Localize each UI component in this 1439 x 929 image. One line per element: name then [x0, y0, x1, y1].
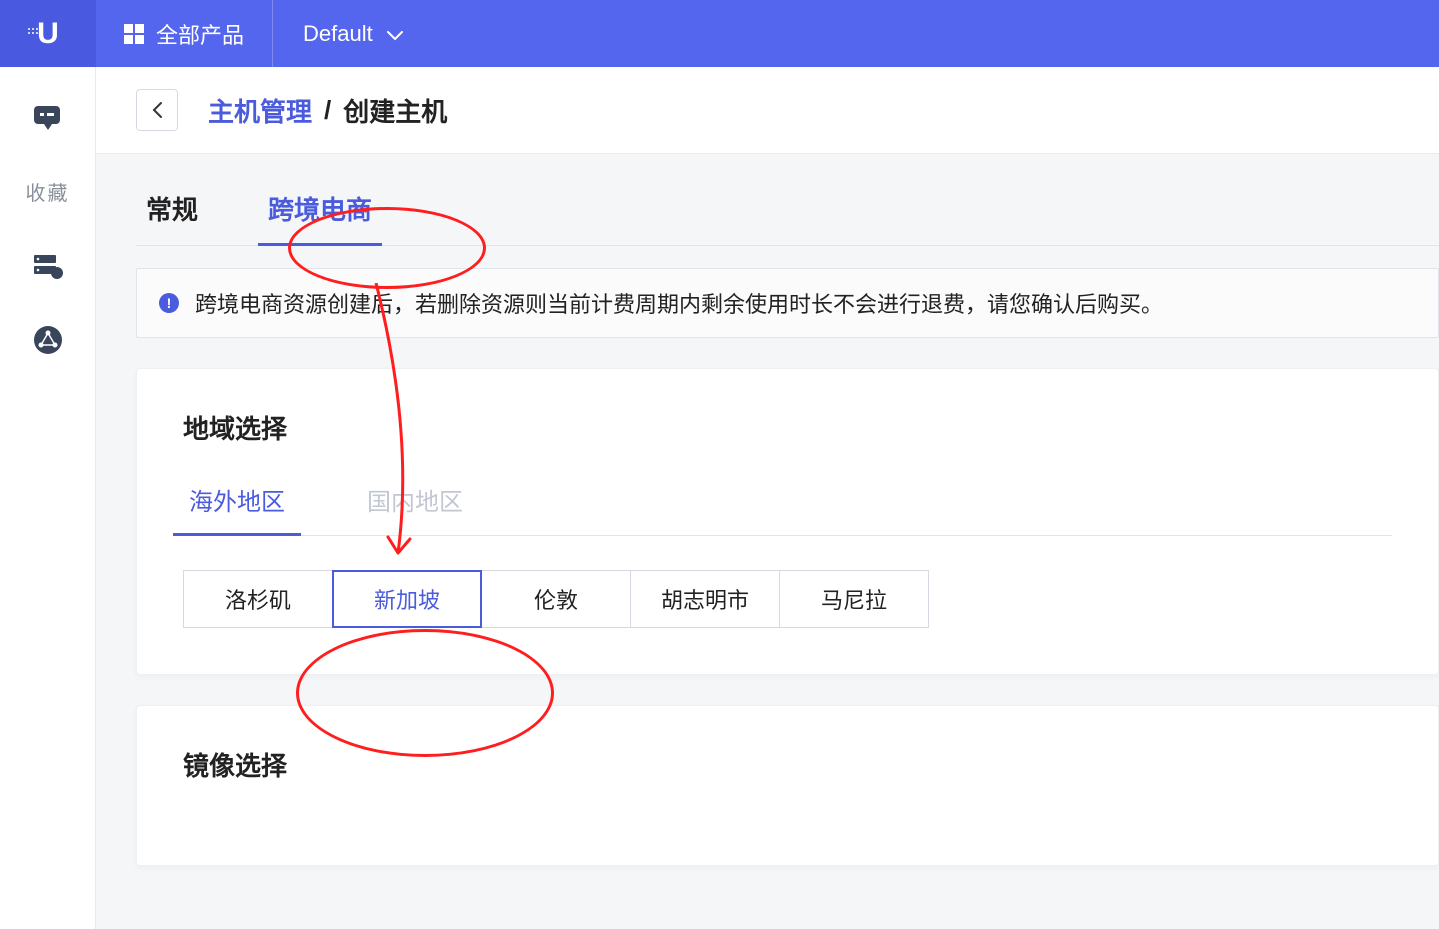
tab-normal[interactable]: 常规 [136, 190, 208, 245]
region-options: 洛杉矶 新加坡 伦敦 胡志明市 马尼拉 [183, 570, 1392, 628]
info-alert: ! 跨境电商资源创建后，若删除资源则当前计费周期内剩余使用时长不会进行退费，请您… [136, 268, 1439, 338]
all-products-button[interactable]: 全部产品 [96, 0, 272, 67]
info-icon: ! [159, 293, 179, 313]
breadcrumb-link[interactable]: 主机管理 [208, 92, 312, 129]
all-products-label: 全部产品 [156, 18, 244, 50]
breadcrumb: 主机管理 / 创建主机 [208, 92, 447, 129]
region-option-4[interactable]: 马尼拉 [779, 570, 929, 628]
logo[interactable]: U [0, 0, 96, 67]
breadcrumb-current: 创建主机 [343, 92, 447, 129]
region-option-0[interactable]: 洛杉矶 [183, 570, 333, 628]
region-panel-title: 地域选择 [183, 409, 1392, 446]
tab-ecommerce[interactable]: 跨境电商 [258, 190, 382, 245]
server-cloud-icon[interactable] [31, 252, 65, 280]
back-button[interactable] [136, 89, 178, 131]
image-panel-title: 镜像选择 [183, 746, 1392, 783]
logo-dots-icon [27, 15, 41, 29]
network-icon[interactable] [31, 326, 65, 354]
product-type-tabs: 常规 跨境电商 [136, 190, 1439, 246]
top-header: U 全部产品 Default [0, 0, 1439, 67]
chevron-left-icon [151, 101, 163, 119]
favorites-label: 收藏 [26, 177, 70, 206]
project-dropdown[interactable]: Default [273, 0, 433, 67]
breadcrumb-bar: 主机管理 / 创建主机 [96, 67, 1439, 154]
image-panel: 镜像选择 [136, 705, 1439, 866]
grid-icon [124, 24, 144, 44]
region-panel: 地域选择 海外地区 国内地区 洛杉矶 新加坡 伦敦 胡志明市 马尼拉 [136, 368, 1439, 675]
breadcrumb-separator: / [324, 95, 331, 126]
chat-icon[interactable] [31, 103, 65, 131]
left-sidebar: 收藏 [0, 67, 96, 929]
project-name: Default [303, 21, 373, 47]
main-content: 主机管理 / 创建主机 常规 跨境电商 ! 跨境电商资源创建后，若删除资源则当前… [96, 67, 1439, 929]
subtab-domestic: 国内地区 [361, 482, 469, 535]
subtab-overseas[interactable]: 海外地区 [183, 482, 291, 535]
region-option-3[interactable]: 胡志明市 [630, 570, 780, 628]
region-option-2[interactable]: 伦敦 [481, 570, 631, 628]
alert-text: 跨境电商资源创建后，若删除资源则当前计费周期内剩余使用时长不会进行退费，请您确认… [195, 287, 1163, 319]
chevron-down-icon [387, 21, 403, 47]
region-subtabs: 海外地区 国内地区 [183, 482, 1392, 536]
region-option-1[interactable]: 新加坡 [332, 570, 482, 628]
